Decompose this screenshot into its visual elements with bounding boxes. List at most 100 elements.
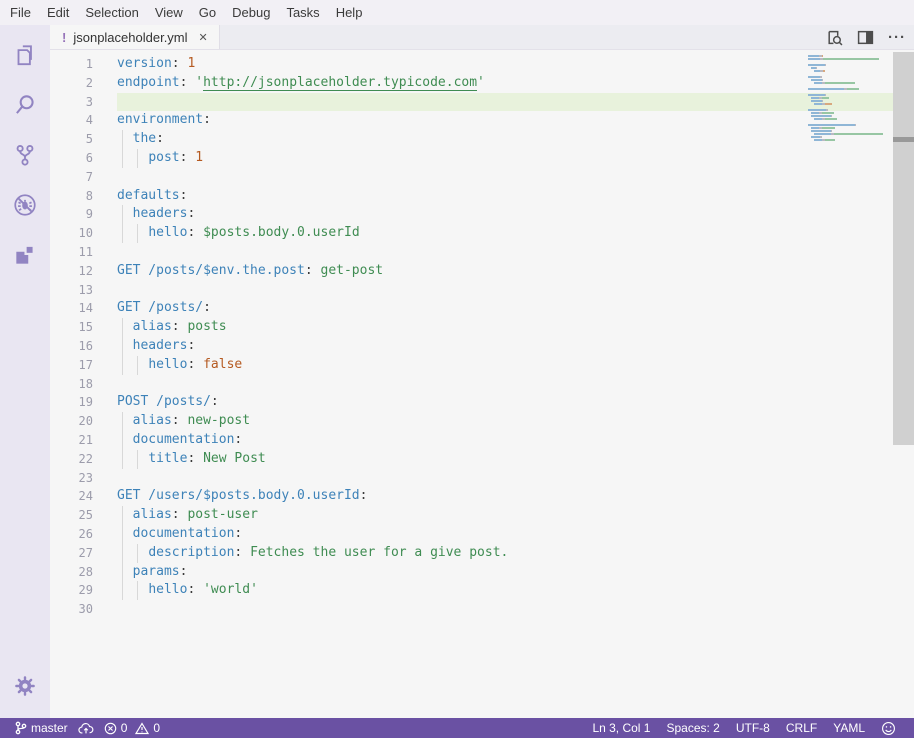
- menu-item-file[interactable]: File: [2, 2, 39, 23]
- link-text[interactable]: http://jsonplaceholder.typicode.com: [203, 75, 477, 91]
- git-branch-indicator[interactable]: master: [10, 718, 73, 738]
- token-pln: :: [360, 488, 368, 503]
- line-number: 12: [50, 262, 93, 281]
- encoding-setting[interactable]: UTF-8: [728, 718, 778, 738]
- scrollbar-thumb[interactable]: [893, 52, 914, 445]
- minimap-segment: [822, 127, 836, 129]
- code-line[interactable]: 20alias: new-post: [50, 412, 914, 431]
- code-line[interactable]: 2endpoint: 'http://jsonplaceholder.typic…: [50, 74, 914, 93]
- code-line[interactable]: 24GET /users/$posts.body.0.userId:: [50, 487, 914, 506]
- code-line[interactable]: 21documentation:: [50, 431, 914, 450]
- line-number: 25: [50, 506, 93, 525]
- language-mode[interactable]: YAML: [825, 718, 873, 738]
- indent-guide-icon: [122, 506, 123, 525]
- tab-jsonplaceholder-yml[interactable]: ! jsonplaceholder.yml ✕: [50, 25, 220, 49]
- minimap-segment: [808, 64, 825, 66]
- token-pln: :: [187, 206, 195, 221]
- code-line[interactable]: 14GET /posts/:: [50, 299, 914, 318]
- code-area: 1version: 12endpoint: 'http://jsonplaceh…: [50, 50, 914, 718]
- menu-item-help[interactable]: Help: [328, 2, 371, 23]
- code-line[interactable]: 27description: Fetches the user for a gi…: [50, 544, 914, 563]
- indent-guide-icon: [137, 356, 138, 375]
- token-key: hello: [148, 225, 187, 240]
- debug-icon[interactable]: [7, 187, 43, 223]
- feedback-smiley-icon[interactable]: [873, 718, 904, 738]
- minimap-line: [808, 103, 892, 105]
- code-line[interactable]: 19POST /posts/:: [50, 393, 914, 412]
- token-key: GET /posts/: [117, 300, 203, 315]
- code-line[interactable]: 8defaults:: [50, 187, 914, 206]
- code-line[interactable]: 17hello: false: [50, 356, 914, 375]
- code-line[interactable]: 23: [50, 469, 914, 488]
- code-line[interactable]: 25 alias: post-user: [50, 506, 914, 525]
- menu-item-view[interactable]: View: [147, 2, 191, 23]
- minimap-segment: [811, 79, 822, 81]
- minimap[interactable]: [808, 55, 892, 145]
- code-line[interactable]: 15alias: posts: [50, 318, 914, 337]
- minimap-segment: [825, 139, 836, 141]
- indent-guide-icon: [122, 544, 123, 563]
- token-key: endpoint: [117, 75, 180, 90]
- code-line[interactable]: 4environment:: [50, 111, 914, 130]
- search-icon[interactable]: [7, 87, 43, 123]
- close-icon[interactable]: ✕: [196, 30, 211, 45]
- sync-button[interactable]: [73, 718, 99, 738]
- menu-item-debug[interactable]: Debug: [224, 2, 278, 23]
- indent-guide-icon: [137, 224, 138, 243]
- minimap-line: [808, 64, 892, 66]
- indentation-setting[interactable]: Spaces: 2: [658, 718, 727, 738]
- explorer-icon[interactable]: [7, 37, 43, 73]
- overview-ruler-marker: [893, 137, 914, 142]
- code-line[interactable]: 26documentation:: [50, 525, 914, 544]
- minimap-segment: [826, 109, 828, 111]
- minimap-segment: [811, 136, 820, 138]
- code-line[interactable]: 13: [50, 281, 914, 300]
- split-editor-icon[interactable]: [857, 29, 874, 46]
- indent-guide-icon: [137, 149, 138, 168]
- errors-warnings-indicator[interactable]: 0 0: [99, 718, 165, 738]
- menu-item-go[interactable]: Go: [191, 2, 224, 23]
- eol-setting[interactable]: CRLF: [778, 718, 825, 738]
- minimap-line: [808, 109, 892, 111]
- minimap-segment: [808, 94, 825, 96]
- source-control-icon[interactable]: [7, 137, 43, 173]
- minimap-line: [808, 133, 892, 135]
- code-text: alias: post-user: [133, 506, 258, 525]
- code-line[interactable]: 3: [50, 93, 914, 112]
- code-text: post: 1: [148, 149, 203, 168]
- minimap-segment: [834, 133, 884, 135]
- code-line[interactable]: 30: [50, 600, 914, 619]
- code-line[interactable]: 1version: 1: [50, 55, 914, 74]
- code-line[interactable]: 7: [50, 168, 914, 187]
- code-line[interactable]: 12GET /posts/$env.the.post: get-post: [50, 262, 914, 281]
- token-key: documentation: [133, 526, 235, 541]
- code-line[interactable]: 16headers:: [50, 337, 914, 356]
- code-line[interactable]: 28params:: [50, 563, 914, 582]
- code-line[interactable]: 11: [50, 243, 914, 262]
- code-line[interactable]: 18: [50, 375, 914, 394]
- menu-item-edit[interactable]: Edit: [39, 2, 77, 23]
- line-number: 30: [50, 600, 93, 619]
- more-actions-icon[interactable]: ···: [888, 29, 906, 46]
- code-text: GET /users/$posts.body.0.userId:: [117, 487, 367, 506]
- code-line[interactable]: 22title: New Post: [50, 450, 914, 469]
- settings-gear-icon[interactable]: [7, 668, 43, 704]
- extensions-icon[interactable]: [7, 237, 43, 273]
- code-text: alias: new-post: [133, 412, 250, 431]
- indent-guide-icon: [137, 544, 138, 563]
- editor[interactable]: 1version: 12endpoint: 'http://jsonplaceh…: [50, 50, 914, 718]
- token-key: description: [148, 545, 234, 560]
- token-key: hello: [148, 357, 187, 372]
- find-icon[interactable]: [826, 29, 843, 46]
- code-line[interactable]: 10hello: $posts.body.0.userId: [50, 224, 914, 243]
- indent-guide-icon: [122, 563, 123, 582]
- menu-item-tasks[interactable]: Tasks: [278, 2, 327, 23]
- menu-item-selection[interactable]: Selection: [77, 2, 146, 23]
- code-line[interactable]: 6post: 1: [50, 149, 914, 168]
- token-key: defaults: [117, 188, 180, 203]
- code-line[interactable]: 9headers:: [50, 205, 914, 224]
- code-line[interactable]: 29hello: 'world': [50, 581, 914, 600]
- code-line[interactable]: 5the:: [50, 130, 914, 149]
- line-number: 29: [50, 581, 93, 600]
- cursor-position[interactable]: Ln 3, Col 1: [584, 718, 658, 738]
